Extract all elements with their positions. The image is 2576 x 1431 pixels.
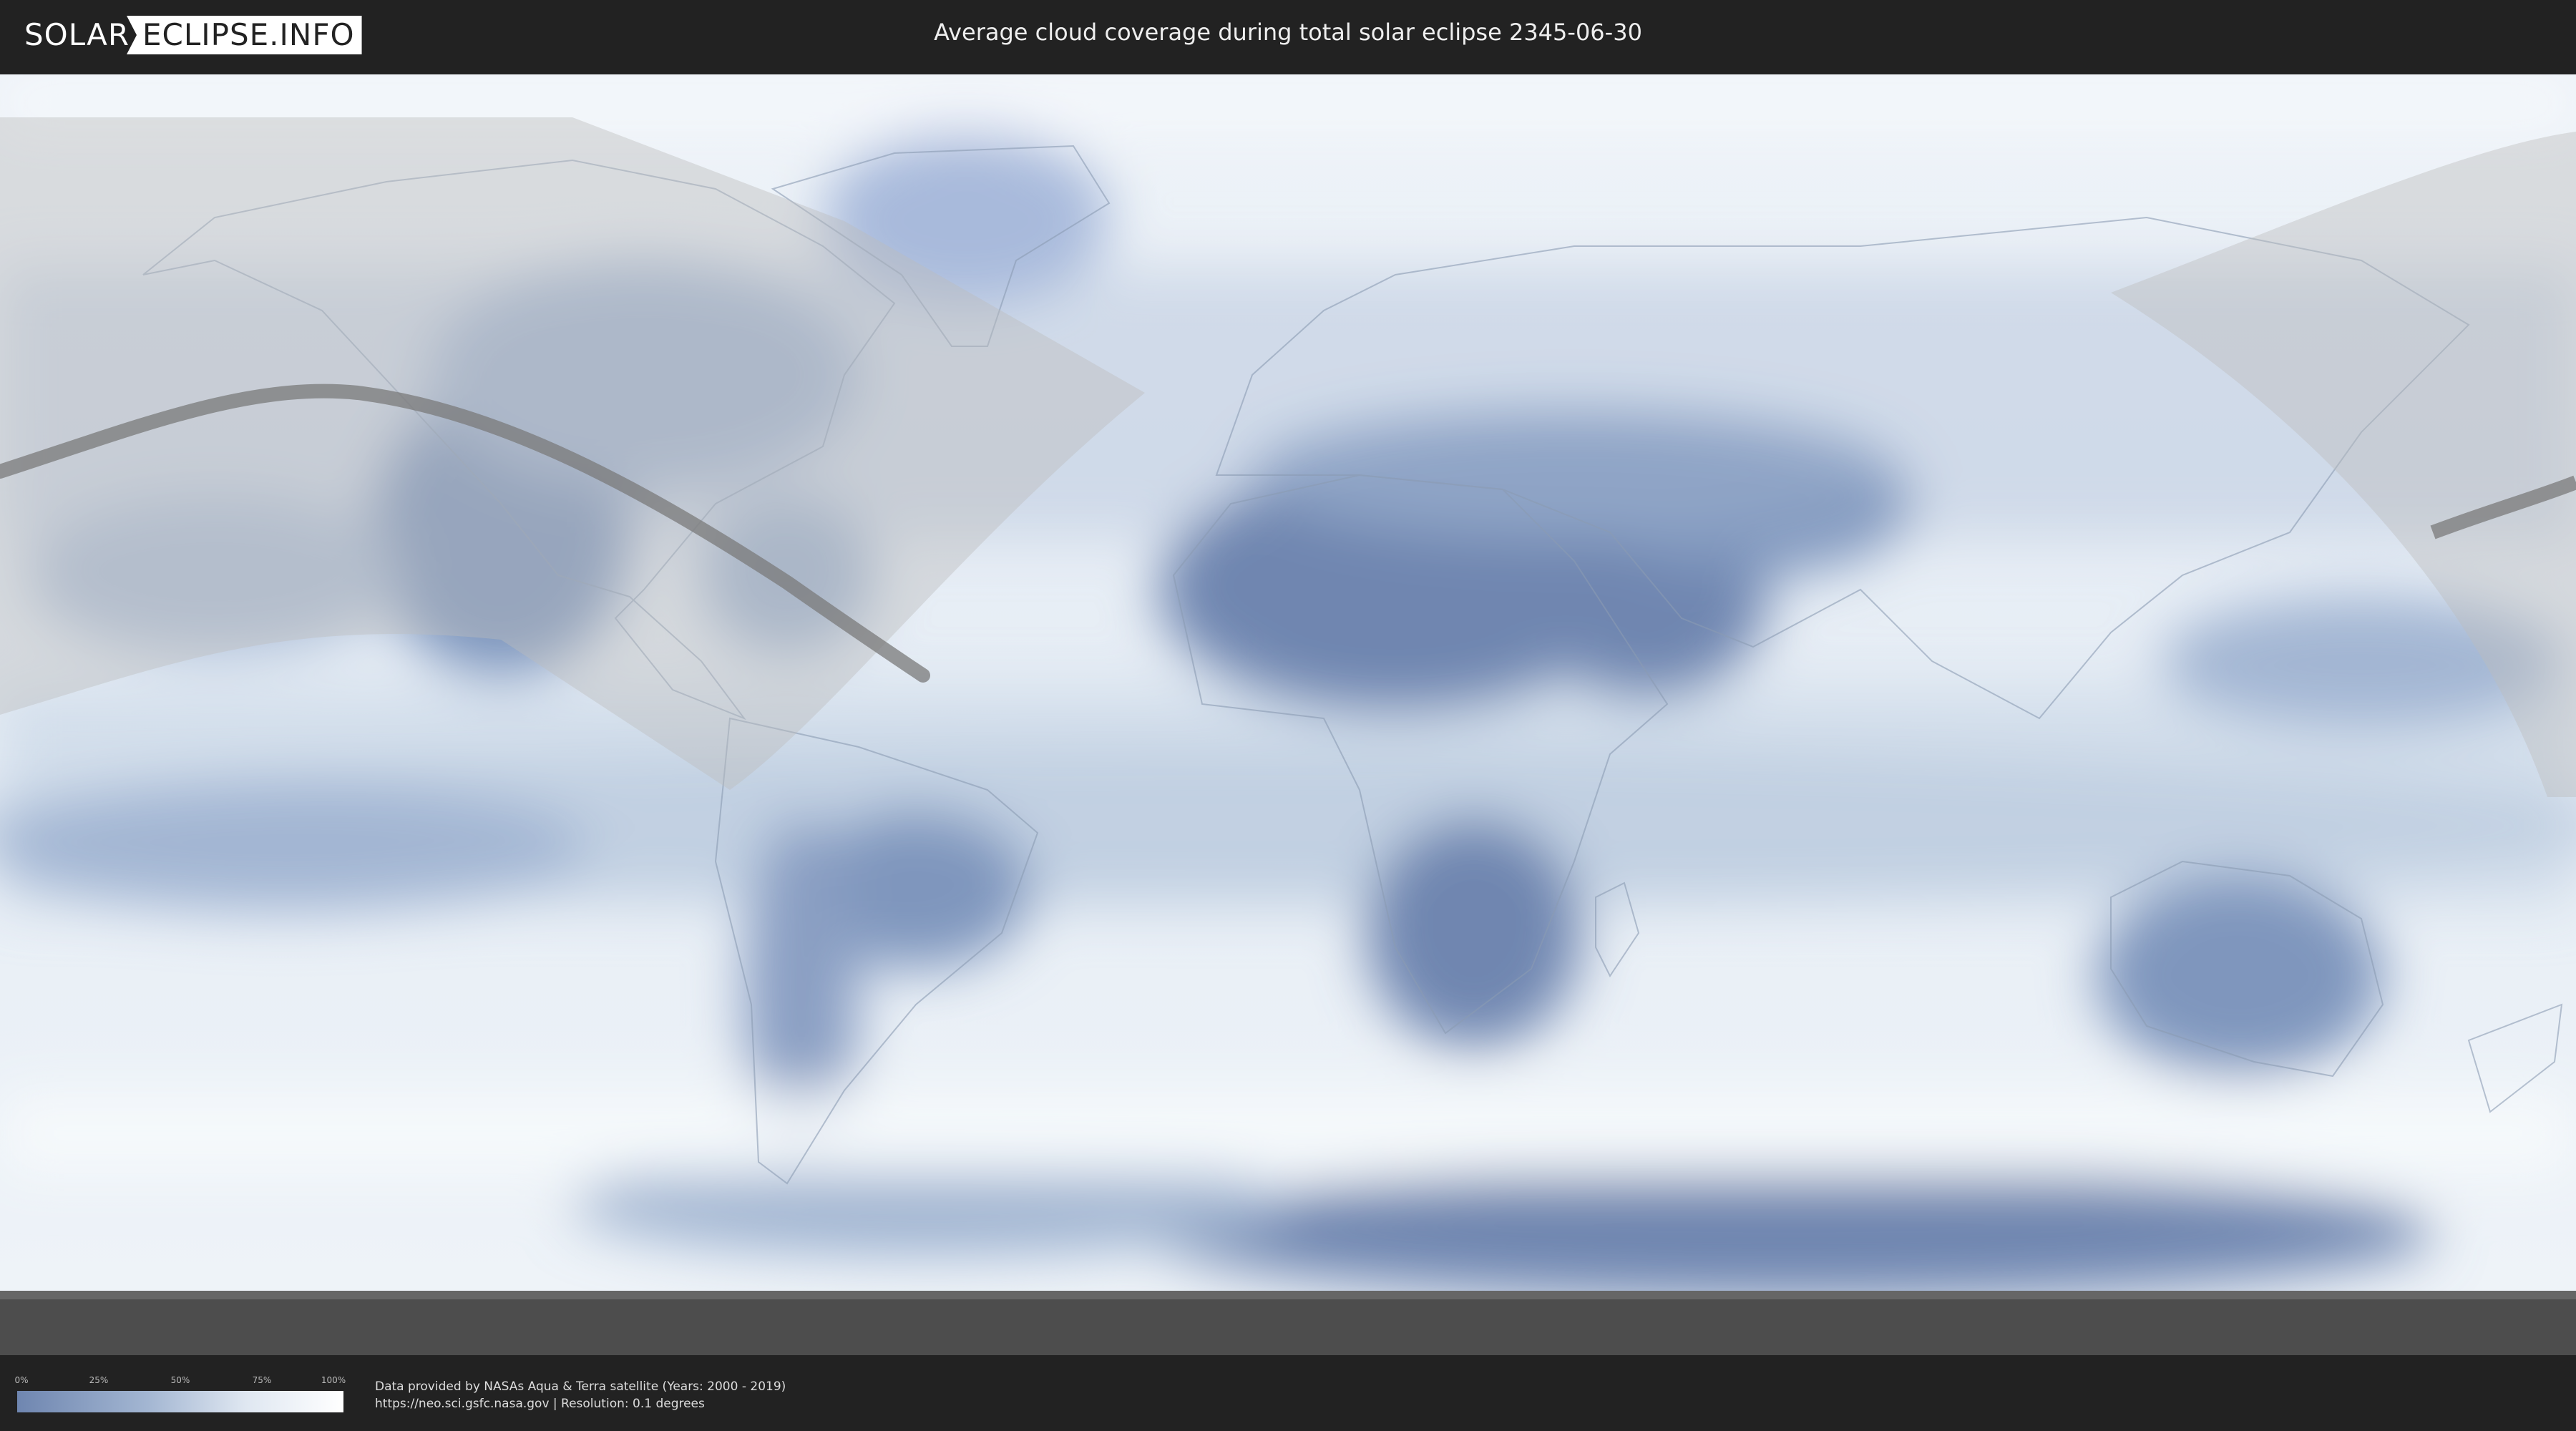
no-data-band xyxy=(0,1291,2576,1355)
data-credit: Data provided by NASAs Aqua & Terra sate… xyxy=(375,1379,786,1394)
cloud-coverage-map xyxy=(0,74,2576,1355)
data-source-link[interactable]: https://neo.sci.gsfc.nasa.gov | Resoluti… xyxy=(375,1397,705,1411)
legend-gradient-bar xyxy=(17,1391,343,1412)
footer-bar: 0% 25% 50% 75% 100% Data provided by NAS… xyxy=(0,1359,2576,1431)
legend-tick-0: 0% xyxy=(14,1375,29,1385)
legend-tick-50: 50% xyxy=(170,1375,190,1385)
legend-tick-25: 25% xyxy=(89,1375,109,1385)
legend-tick-75: 75% xyxy=(252,1375,272,1385)
legend-tick-100: 100% xyxy=(321,1375,346,1385)
page-title: Average cloud coverage during total sola… xyxy=(934,19,1642,46)
header-bar: SOLAR ECLIPSE.INFO Average cloud coverag… xyxy=(0,0,2576,72)
cloud-coverage-legend: 0% 25% 50% 75% 100% xyxy=(14,1375,346,1421)
